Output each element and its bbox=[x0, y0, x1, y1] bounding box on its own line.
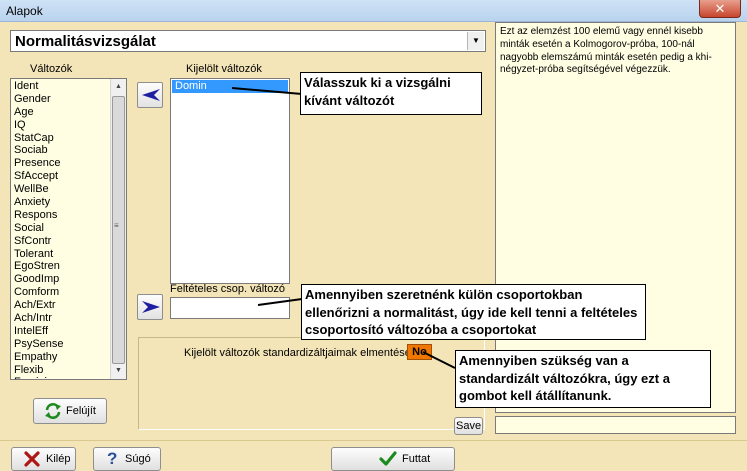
callout-pointer-1 bbox=[231, 87, 303, 95]
callout-select-variable: Válasszuk ki a vizsgálni kívánt változót bbox=[300, 72, 482, 115]
callout-pointer-2 bbox=[257, 298, 303, 306]
callout-group-variable: Amennyiben szeretnénk külön csoportokban… bbox=[301, 284, 646, 340]
callout-standardize-text: Amennyiben szükség van a standardizált v… bbox=[459, 353, 670, 403]
callout-standardize: Amennyiben szükség van a standardizált v… bbox=[455, 350, 711, 408]
callout-select-variable-text: Válasszuk ki a vizsgálni kívánt változót bbox=[304, 75, 451, 108]
callout-pointer-3 bbox=[422, 351, 456, 369]
callout-group-variable-text: Amennyiben szeretnénk külön csoportokban… bbox=[305, 287, 638, 337]
